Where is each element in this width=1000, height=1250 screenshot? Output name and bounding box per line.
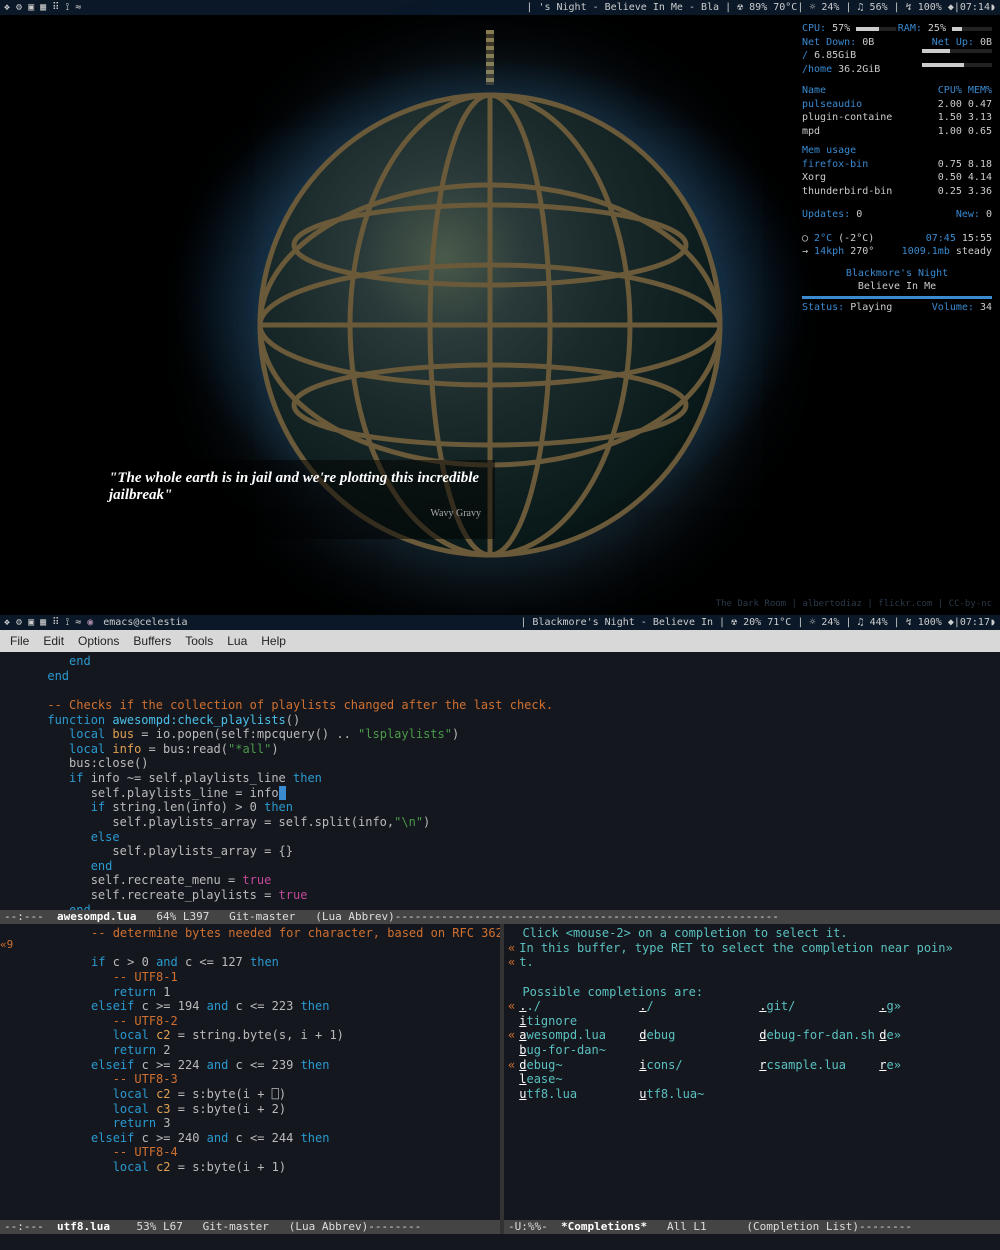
cage-chain bbox=[486, 30, 494, 85]
conky-panel: CPU: 57% RAM: 25% Net Down: 0BNet Up: 0B… bbox=[802, 22, 992, 314]
tag-icon[interactable]: ▣ bbox=[28, 617, 34, 628]
gutter-bl: «9 bbox=[0, 924, 20, 1220]
now-playing-artist: Blackmore's Night bbox=[802, 267, 992, 281]
tag-icon[interactable]: ⟟ bbox=[65, 617, 69, 628]
completion-item[interactable]: ./ bbox=[639, 999, 759, 1014]
tag-icon[interactable]: ▦ bbox=[40, 617, 46, 628]
window-title: emacs@celestia bbox=[103, 617, 187, 628]
completion-item[interactable]: debug~ bbox=[519, 1058, 639, 1073]
completion-item[interactable]: rcsample.lua bbox=[759, 1058, 879, 1073]
tag-icon[interactable]: ⟟ bbox=[65, 2, 69, 13]
tag-icon[interactable]: ▦ bbox=[40, 2, 46, 13]
completion-item[interactable]: utf8.lua bbox=[519, 1087, 639, 1102]
tag-icon[interactable]: ⚙ bbox=[16, 2, 22, 13]
emacs-menubar[interactable]: File Edit Options Buffers Tools Lua Help bbox=[0, 630, 1000, 652]
completion-item[interactable]: ../ bbox=[519, 999, 639, 1014]
completion-item[interactable]: debug-for-dan.sh bbox=[759, 1028, 879, 1043]
modeline-br: -U:%%- *Completions* All L1 (Completion … bbox=[504, 1220, 1000, 1234]
menu-help[interactable]: Help bbox=[261, 634, 286, 648]
completion-item[interactable]: de» bbox=[879, 1028, 999, 1043]
editor-pane-bottom-left[interactable]: -- determine bytes needed for character,… bbox=[0, 924, 500, 1234]
tag-icon[interactable]: ≈ bbox=[75, 617, 81, 628]
quote-text: "The whole earth is in jail and we're pl… bbox=[109, 470, 481, 504]
tag-icon[interactable]: ≈ bbox=[75, 2, 81, 13]
emacs-icon: ◉ bbox=[87, 617, 93, 628]
tag-icon[interactable]: ⚙ bbox=[16, 617, 22, 628]
menu-lua[interactable]: Lua bbox=[227, 634, 247, 648]
menu-icon[interactable]: ❖ bbox=[4, 2, 10, 13]
completion-item[interactable]: debug bbox=[639, 1028, 759, 1043]
editor-pane-top[interactable]: end end -- Checks if the collection of p… bbox=[0, 652, 1000, 910]
topbar-2: ❖ ⚙ ▣ ▦ ⠿ ⟟ ≈ ◉ emacs@celestia | Blackmo… bbox=[0, 615, 1000, 630]
quote-attribution: Wavy Gravy bbox=[109, 508, 481, 519]
completion-item[interactable]: re» bbox=[879, 1058, 999, 1073]
modeline-top: --:--- awesompd.lua 64% L397 Git-master … bbox=[0, 910, 1000, 924]
now-playing-track: Believe In Me bbox=[802, 280, 992, 294]
completion-item[interactable]: .g» bbox=[879, 999, 999, 1014]
menu-buffers[interactable]: Buffers bbox=[133, 634, 171, 648]
tag-list[interactable]: ❖ ⚙ ▣ ▦ ⠿ ⟟ ≈ ◉ emacs@celestia bbox=[0, 617, 188, 628]
menu-edit[interactable]: Edit bbox=[43, 634, 64, 648]
menu-tools[interactable]: Tools bbox=[185, 634, 213, 648]
completion-item[interactable]: icons/ bbox=[639, 1058, 759, 1073]
topbar-1: ❖ ⚙ ▣ ▦ ⠿ ⟟ ≈ | 's Night - Believe In Me… bbox=[0, 0, 1000, 15]
completion-item[interactable]: lease~ bbox=[519, 1072, 639, 1087]
modeline-bl: --:--- utf8.lua 53% L67 Git-master (Lua … bbox=[0, 1220, 500, 1234]
menu-icon[interactable]: ❖ bbox=[4, 617, 10, 628]
topbar-status: | Blackmore's Night - Believe In | ☢ 20%… bbox=[520, 617, 1000, 628]
completion-item[interactable]: .git/ bbox=[759, 999, 879, 1014]
completion-item[interactable]: bug-for-dan~ bbox=[519, 1043, 639, 1058]
tag-list[interactable]: ❖ ⚙ ▣ ▦ ⠿ ⟟ ≈ bbox=[0, 2, 81, 13]
topbar-status: | 's Night - Believe In Me - Bla | ☢ 89%… bbox=[526, 2, 1000, 13]
tag-icon[interactable]: ▣ bbox=[28, 2, 34, 13]
completion-item[interactable]: itignore bbox=[519, 1014, 639, 1029]
emacs-window: ❖ ⚙ ▣ ▦ ⠿ ⟟ ≈ ◉ emacs@celestia | Blackmo… bbox=[0, 615, 1000, 1250]
tag-icon[interactable]: ⠿ bbox=[52, 2, 59, 13]
wallpaper-quote: "The whole earth is in jail and we're pl… bbox=[95, 460, 495, 539]
completion-item[interactable]: awesompd.lua bbox=[519, 1028, 639, 1043]
completions-pane[interactable]: Click <mouse-2> on a completion to selec… bbox=[504, 924, 1000, 1234]
tag-icon[interactable]: ⠿ bbox=[52, 617, 59, 628]
menu-options[interactable]: Options bbox=[78, 634, 119, 648]
minibuffer[interactable] bbox=[0, 1234, 1000, 1250]
completion-item[interactable]: utf8.lua~ bbox=[639, 1087, 759, 1102]
menu-file[interactable]: File bbox=[10, 634, 29, 648]
wallpaper-credit: The Dark Room | albertodiaz | flickr.com… bbox=[716, 599, 992, 609]
